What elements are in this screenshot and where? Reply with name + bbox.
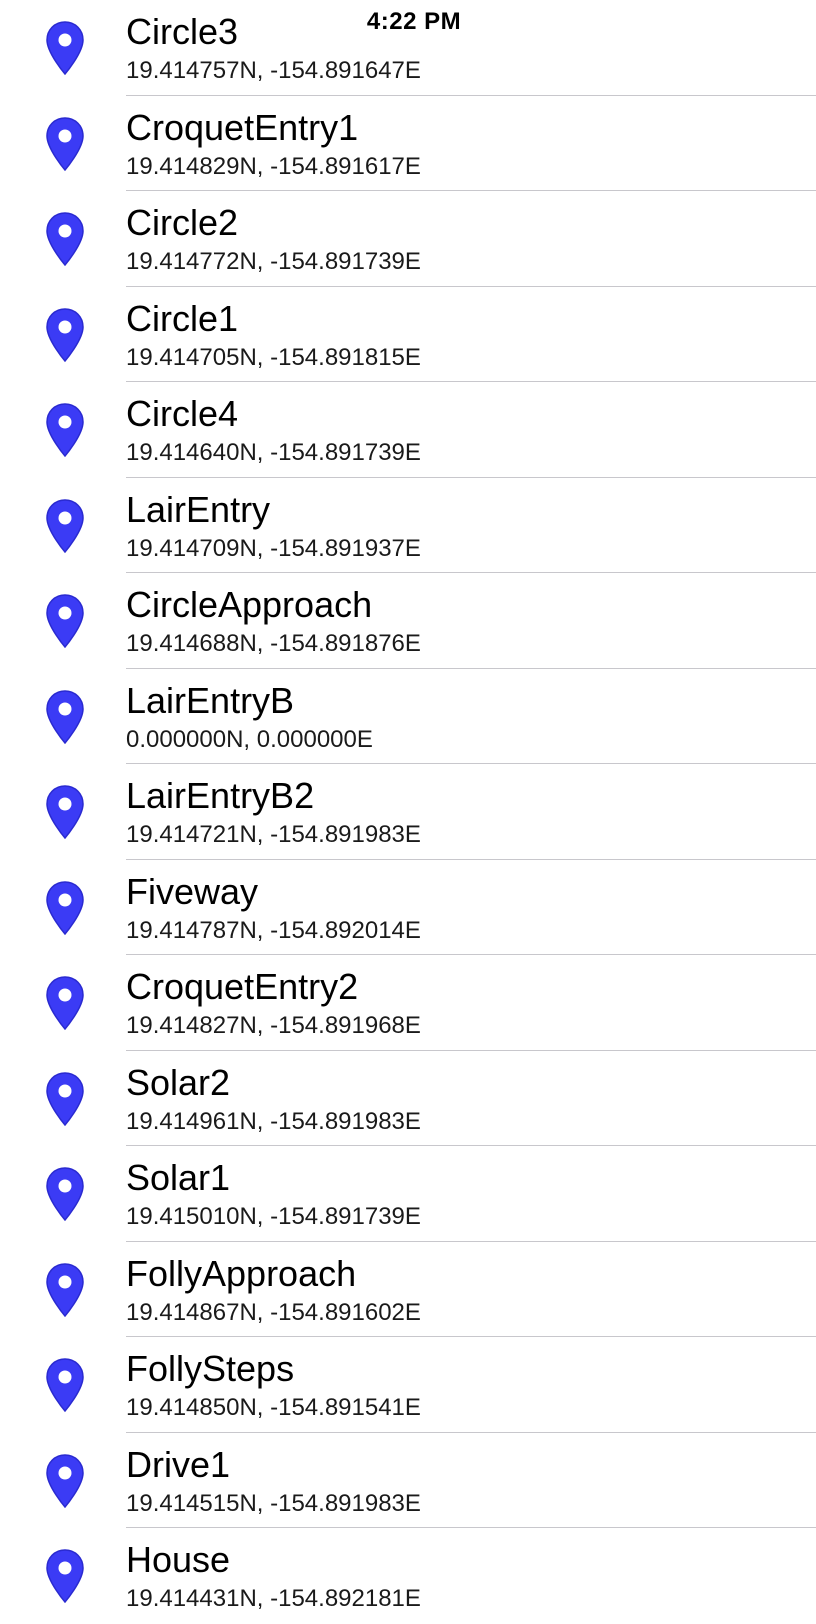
location-coordinates: 0.000000N, 0.000000E <box>126 725 373 753</box>
location-coordinates: 19.415010N, -154.891739E <box>126 1203 421 1230</box>
location-coordinates: 19.414721N, -154.891983E <box>126 821 421 848</box>
location-row[interactable]: CroquetEntry2 19.414827N, -154.891968E <box>0 955 816 1051</box>
location-name: LairEntryB2 <box>126 775 315 816</box>
map-pin-icon <box>45 880 85 936</box>
location-name: CroquetEntry1 <box>126 106 359 148</box>
location-name: Circle1 <box>126 297 239 339</box>
location-row[interactable]: CroquetEntry1 19.414829N, -154.891617E <box>0 96 816 191</box>
map-pin-icon <box>45 1262 85 1318</box>
location-row[interactable]: House 19.414431N, -154.892181E <box>0 1528 816 1624</box>
location-row[interactable]: LairEntryB2 19.414721N, -154.891983E <box>0 764 816 860</box>
map-pin-icon <box>45 1548 85 1604</box>
location-name: FollySteps <box>126 1348 295 1389</box>
location-row[interactable]: Circle2 19.414772N, -154.891739E <box>0 191 816 287</box>
map-pin-icon <box>45 20 85 76</box>
map-pin-icon <box>45 1071 85 1127</box>
location-row[interactable]: CircleApproach 19.414688N, -154.891876E <box>0 573 816 669</box>
location-name: Solar1 <box>126 1157 231 1198</box>
location-coordinates: 19.414757N, -154.891647E <box>126 57 421 84</box>
location-row[interactable]: LairEntry 19.414709N, -154.891937E <box>0 478 816 573</box>
status-bar-time: 4:22 PM <box>366 8 462 35</box>
location-name: FollyApproach <box>126 1252 357 1294</box>
location-row[interactable]: Solar2 19.414961N, -154.891983E <box>0 1051 816 1146</box>
map-pin-icon <box>45 689 85 745</box>
map-pin-icon <box>45 1357 85 1413</box>
map-pin-icon <box>45 307 85 363</box>
location-name: House <box>126 1539 231 1580</box>
location-name: Solar2 <box>126 1061 231 1103</box>
location-row[interactable]: LairEntryB 0.000000N, 0.000000E <box>0 669 816 764</box>
map-pin-icon <box>45 211 85 267</box>
map-pin-icon <box>45 1453 85 1509</box>
location-name: LairEntry <box>126 488 271 530</box>
location-coordinates: 19.414640N, -154.891739E <box>126 439 421 466</box>
location-name: LairEntryB <box>126 679 295 721</box>
location-row[interactable]: FollyApproach 19.414867N, -154.891602E <box>0 1242 816 1337</box>
map-pin-icon <box>45 975 85 1031</box>
location-row[interactable]: Drive1 19.414515N, -154.891983E <box>0 1433 816 1528</box>
location-coordinates: 19.414850N, -154.891541E <box>126 1394 421 1421</box>
location-row[interactable]: FollySteps 19.414850N, -154.891541E <box>0 1337 816 1433</box>
map-pin-icon <box>45 593 85 649</box>
location-name: Circle4 <box>126 393 239 434</box>
location-name: Drive1 <box>126 1443 231 1485</box>
location-coordinates: 19.414827N, -154.891968E <box>126 1012 421 1039</box>
location-coordinates: 19.414515N, -154.891983E <box>126 1489 421 1517</box>
location-coordinates: 19.414867N, -154.891602E <box>126 1298 421 1326</box>
location-row[interactable]: Solar1 19.415010N, -154.891739E <box>0 1146 816 1242</box>
location-coordinates: 19.414772N, -154.891739E <box>126 248 421 275</box>
location-coordinates: 19.414709N, -154.891937E <box>126 534 421 562</box>
location-coordinates: 19.414787N, -154.892014E <box>126 916 421 944</box>
location-name: CroquetEntry2 <box>126 966 359 1007</box>
location-coordinates: 19.414829N, -154.891617E <box>126 152 421 180</box>
location-name: Fiveway <box>126 870 259 912</box>
location-coordinates: 19.414431N, -154.892181E <box>126 1585 421 1612</box>
location-name: Circle2 <box>126 202 239 243</box>
location-row[interactable]: Circle1 19.414705N, -154.891815E <box>0 287 816 382</box>
location-coordinates: 19.414688N, -154.891876E <box>126 630 421 657</box>
location-list[interactable]: Circle3 19.414757N, -154.891647E Croquet… <box>0 0 816 1624</box>
map-pin-icon <box>45 498 85 554</box>
location-row[interactable]: Fiveway 19.414787N, -154.892014E <box>0 860 816 955</box>
location-name: Circle3 <box>126 11 239 52</box>
location-row[interactable]: Circle4 19.414640N, -154.891739E <box>0 382 816 478</box>
map-pin-icon <box>45 402 85 458</box>
location-coordinates: 19.414705N, -154.891815E <box>126 343 421 371</box>
location-name: CircleApproach <box>126 584 373 625</box>
map-pin-icon <box>45 116 85 172</box>
map-pin-icon <box>45 1166 85 1222</box>
map-pin-icon <box>45 784 85 840</box>
location-coordinates: 19.414961N, -154.891983E <box>126 1107 421 1135</box>
